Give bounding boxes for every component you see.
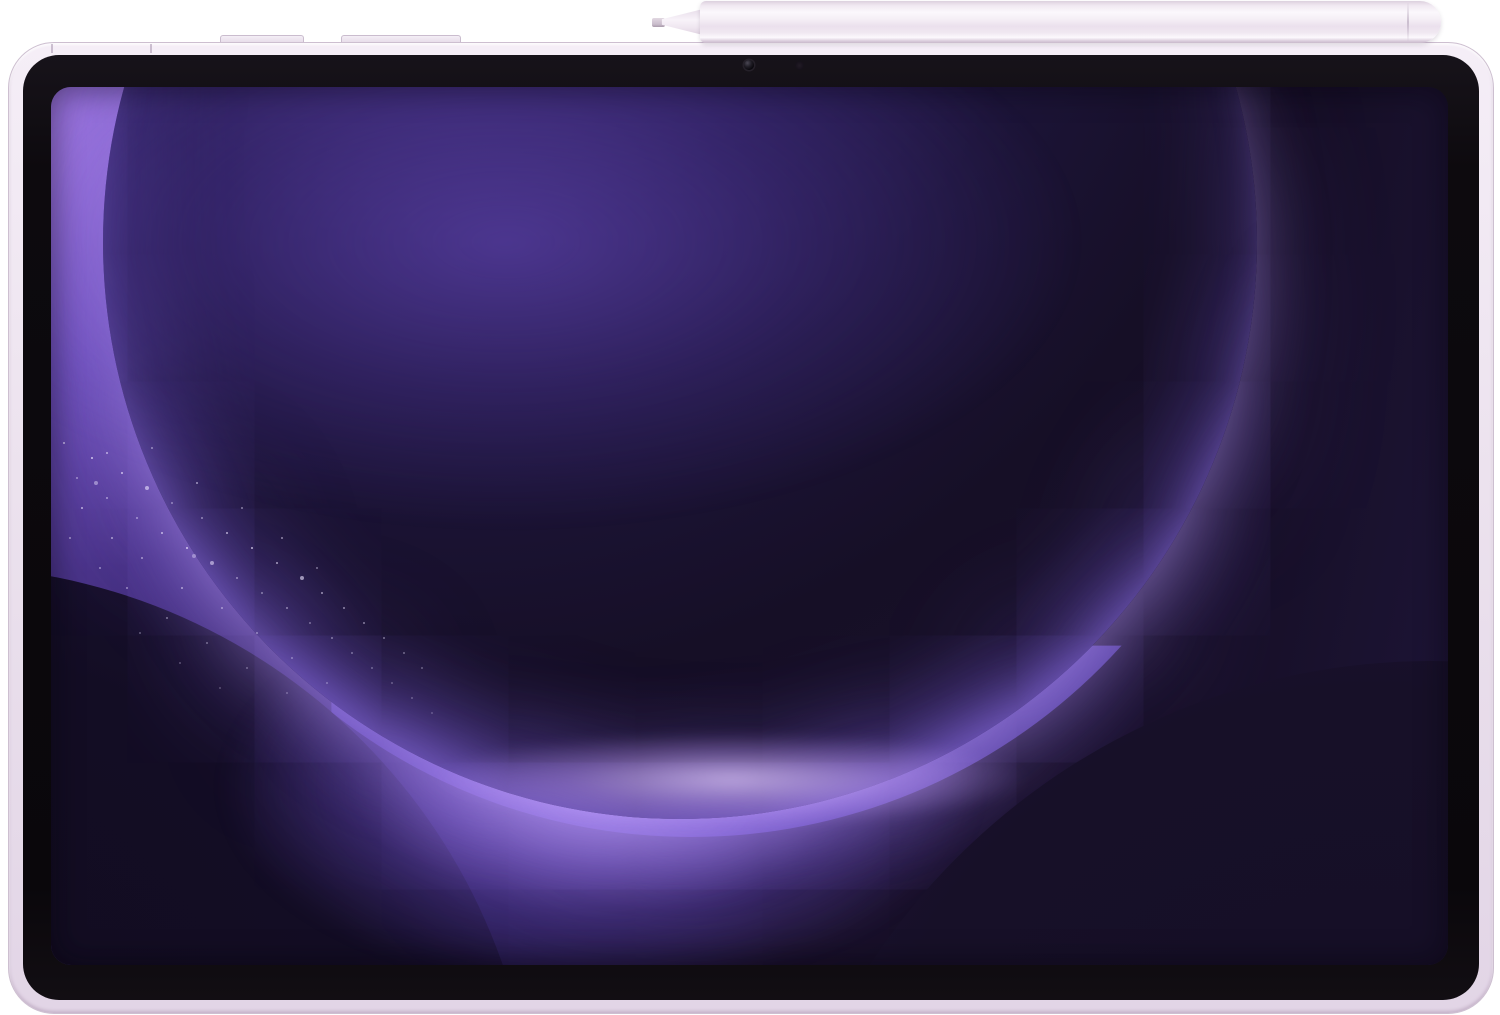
s-pen [652, 1, 1442, 44]
tablet-body [8, 42, 1494, 1014]
front-camera-icon [744, 60, 754, 70]
s-pen-cap-seam [1407, 3, 1409, 41]
antenna-seam [150, 44, 152, 53]
antenna-seam [51, 44, 53, 53]
s-pen-body [700, 1, 1441, 43]
product-photo [0, 0, 1500, 1015]
tablet-bezel [23, 55, 1479, 1000]
screen-vignette [51, 87, 1448, 965]
ambient-sensor-icon [795, 61, 804, 70]
wallpaper-sparkle-dust [51, 87, 53, 89]
tablet-screen [51, 87, 1448, 965]
